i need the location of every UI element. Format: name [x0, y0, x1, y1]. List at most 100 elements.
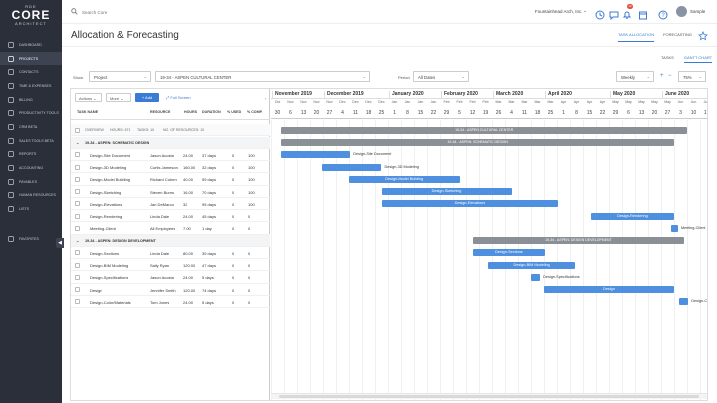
- task-row[interactable]: Design-Rendering Linda Dale 24.00 45 days 0 0: [71, 210, 270, 223]
- more-button[interactable]: More ⌄: [106, 93, 131, 102]
- tab-task-allocation[interactable]: TASK ALLOCATION: [618, 32, 655, 42]
- sidebar-item-contacts[interactable]: Contacts: [0, 65, 62, 79]
- checkbox[interactable]: [75, 176, 80, 182]
- tab-forecasting[interactable]: FORECASTING: [663, 32, 692, 42]
- checkbox[interactable]: [75, 127, 80, 133]
- checkbox[interactable]: [75, 201, 80, 207]
- chevron-down-icon[interactable]: ⌄: [76, 140, 79, 145]
- app-logo[interactable]: RDE CORE ARCHITECT: [0, 4, 62, 26]
- task-row[interactable]: Design-Model Building Richard Cohen 40.00 5…: [71, 173, 270, 186]
- col-comp[interactable]: % Comp.: [247, 110, 263, 114]
- tab-tasks[interactable]: TASKS: [661, 55, 674, 63]
- gantt-task-bar[interactable]: [281, 151, 351, 159]
- task-row[interactable]: Design-Sections Linda Dale 80.00 39 days 0 0: [71, 247, 270, 259]
- checkbox[interactable]: [75, 213, 80, 219]
- col-duration[interactable]: Duration: [202, 110, 221, 114]
- sidebar-item-sales-tools-beta[interactable]: Sales Tools BETA: [0, 134, 62, 148]
- chevron-down-icon[interactable]: ⌄: [583, 8, 587, 14]
- checkbox[interactable]: [75, 164, 80, 170]
- full-screen-link[interactable]: ⤢ Full Screen: [166, 95, 191, 100]
- sidebar-item-accounting[interactable]: Accounting: [0, 161, 62, 175]
- sidebar-item-payables[interactable]: Payables: [0, 175, 62, 189]
- gantt-summary-bar[interactable]: 19-34 - ASPEN CULTURAL CENTER: [281, 126, 687, 134]
- chevron-right-icon[interactable]: ›: [265, 96, 266, 101]
- help-icon[interactable]: ?: [658, 7, 668, 20]
- checkbox[interactable]: [75, 274, 80, 280]
- search-input[interactable]: [82, 7, 182, 17]
- show-select[interactable]: Project ⌄: [89, 71, 151, 82]
- checkbox[interactable]: [75, 262, 80, 268]
- gantt-task-bar[interactable]: [321, 163, 382, 171]
- checkbox[interactable]: [75, 152, 80, 158]
- sidebar-item-lists[interactable]: Lists: [0, 202, 62, 216]
- col-used[interactable]: % Used: [227, 110, 241, 114]
- scrollbar-thumb[interactable]: [279, 395, 699, 398]
- sidebar-item-reports[interactable]: Reports: [0, 148, 62, 162]
- sidebar-item-time-expenses[interactable]: Time & Expenses: [0, 79, 62, 93]
- task-row[interactable]: Design-Specifications Jason Acosta 24.00 5 …: [71, 271, 270, 284]
- clock-icon[interactable]: [595, 7, 605, 20]
- project-select[interactable]: 19-34 - ASPEN CULTURAL CENTER ⌄: [155, 71, 370, 82]
- checkbox[interactable]: [75, 189, 80, 194]
- search-icon[interactable]: [71, 8, 78, 15]
- task-row[interactable]: Design-3D Modeling Curtis Jameson 160.00 32…: [71, 161, 270, 174]
- checkbox[interactable]: [75, 287, 80, 292]
- task-row[interactable]: Design-Color/Materials Tom Jones 24.00 5 da…: [71, 296, 270, 308]
- sidebar-item-favorites[interactable]: Favorites: [0, 232, 62, 246]
- gantt-task-bar[interactable]: Design-Elevations: [381, 200, 559, 208]
- col-task-name[interactable]: Task Name: [77, 110, 98, 114]
- phase-row[interactable]: ⌄ 19-34 - ASPEN: DESIGN DEVELOPMENT: [71, 234, 270, 247]
- chat-icon[interactable]: [609, 7, 619, 21]
- sidebar-item-human-resources[interactable]: Human Resources: [0, 189, 62, 203]
- task-row[interactable]: Design-BIM Modeling Sally Ryan 120.00 47 da…: [71, 259, 270, 272]
- sidebar-item-productivity-tools[interactable]: Productivity Tools: [0, 106, 62, 120]
- gantt-task-bar[interactable]: [679, 298, 689, 306]
- checkbox[interactable]: [75, 250, 80, 256]
- task-name: Design-Sketching: [90, 189, 122, 195]
- col-resource[interactable]: Resource: [150, 110, 170, 114]
- task-row[interactable]: Design-Elevations Jan DeMarco 32 95 days 0 10…: [71, 198, 270, 210]
- company-selector[interactable]: Fountainhead Arch, Inc.: [535, 9, 583, 14]
- task-row[interactable]: Meeting-Client All Employees 7.00 1 day 0 0: [71, 222, 270, 235]
- week-month: May: [664, 100, 671, 104]
- grid-line: [635, 120, 636, 400]
- scale-select[interactable]: Weekly ⌄: [616, 71, 654, 82]
- sidebar-item-billing[interactable]: Billing: [0, 93, 62, 107]
- chevron-down-icon[interactable]: ⌄: [76, 238, 79, 243]
- gantt-task-bar[interactable]: Design-BIM Modeling: [488, 261, 576, 269]
- gantt-task-bar[interactable]: Design-Sketching: [381, 188, 512, 195]
- task-row[interactable]: Design Jennifer Smith 120.00 74 days 0 0: [71, 284, 270, 296]
- gantt-task-bar[interactable]: Design-Sections: [472, 249, 546, 257]
- gantt-task-bar[interactable]: Design: [544, 286, 674, 293]
- star-icon[interactable]: [698, 31, 708, 41]
- avatar[interactable]: [676, 6, 687, 17]
- horizontal-scrollbar[interactable]: [271, 393, 707, 399]
- tab-gantt-chart[interactable]: GANTT CHART: [683, 55, 713, 63]
- collapse-sidebar-button[interactable]: ◀: [56, 238, 64, 248]
- task-row[interactable]: Design-Site Document Jason Acosta 24.00 37 …: [71, 149, 270, 161]
- gantt-task-bar[interactable]: Design-Rendering: [590, 212, 674, 220]
- gantt-task-bar[interactable]: [671, 224, 678, 232]
- gantt-task-bar[interactable]: Design-Model Building: [349, 175, 460, 183]
- grid-line: [297, 120, 298, 400]
- sidebar-item-dashboard[interactable]: Dashboard: [0, 38, 62, 52]
- add-button[interactable]: + Add: [135, 93, 159, 102]
- col-hours[interactable]: Hours: [184, 110, 197, 114]
- period-label: Period: [398, 75, 410, 80]
- phase-row[interactable]: ⌄ 19-34 - ASPEN: SCHEMATIC DESIGN: [71, 136, 270, 149]
- sidebar-item-crm-beta[interactable]: CRM BETA: [0, 120, 62, 134]
- sidebar-item-projects[interactable]: Projects: [0, 51, 62, 66]
- gantt-task-bar[interactable]: [531, 273, 541, 281]
- actions-button[interactable]: Actions ⌄: [75, 93, 102, 102]
- zoom-select[interactable]: 75% ⌄: [678, 71, 706, 82]
- period-select[interactable]: All Dates ⌄: [413, 71, 469, 82]
- gantt-summary-bar[interactable]: 19-34 - ASPEN: Design Development: [472, 237, 685, 244]
- user-menu[interactable]: Sample: [690, 9, 705, 14]
- checkbox[interactable]: [75, 225, 80, 231]
- task-row[interactable]: Design-Sketching Steven Burns 16.00 70 days…: [71, 186, 270, 198]
- checkbox[interactable]: [75, 299, 80, 305]
- gantt-summary-bar[interactable]: 19-34 - ASPEN: Schematic Design: [281, 139, 674, 146]
- calendar-icon[interactable]: [638, 7, 648, 20]
- zoom-out-icon[interactable]: −: [668, 73, 672, 79]
- zoom-in-icon[interactable]: +: [660, 73, 664, 79]
